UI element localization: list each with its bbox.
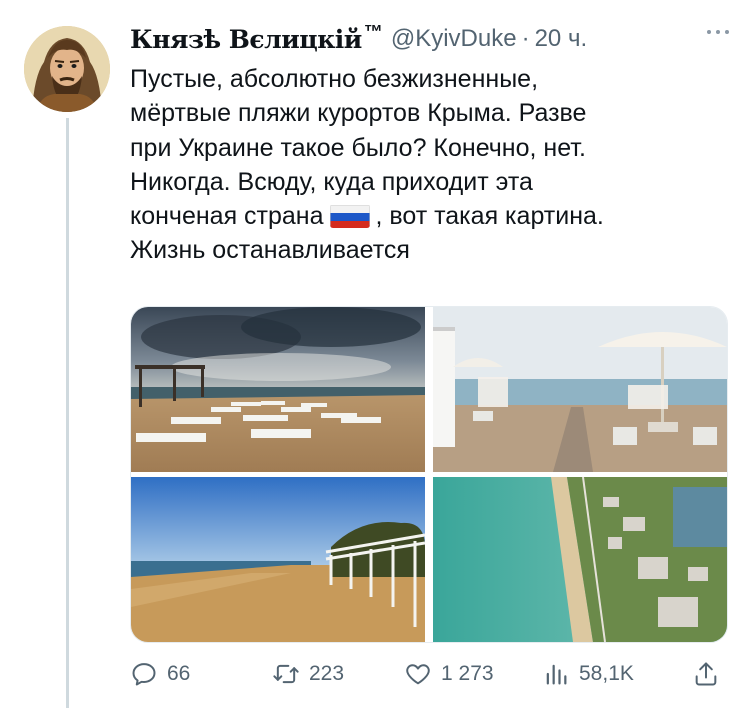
trademark-symbol: ™ xyxy=(363,22,383,43)
media-grid xyxy=(130,306,728,643)
tweet-header: Князѣ Вєлицкій ™ @KyivDuke · 20 ч. xyxy=(130,22,729,56)
media-photo-3[interactable] xyxy=(131,477,425,642)
like-count: 1 273 xyxy=(441,662,494,685)
tweet-actions: 66 223 1 273 58,1K xyxy=(130,656,730,692)
media-photo-2[interactable] xyxy=(433,307,727,472)
russia-flag-icon xyxy=(330,204,371,229)
separator-dot: · xyxy=(521,25,530,52)
media-photo-4[interactable] xyxy=(433,477,727,642)
retweet-button[interactable]: 223 xyxy=(272,660,344,688)
reply-icon xyxy=(132,663,156,686)
share-button[interactable] xyxy=(692,660,729,688)
retweet-count: 223 xyxy=(309,662,345,685)
analytics-icon xyxy=(546,664,567,685)
reply-button[interactable]: 66 xyxy=(130,660,190,688)
avatar[interactable] xyxy=(24,26,110,112)
tweet-timestamp[interactable]: 20 ч. xyxy=(535,25,588,53)
tweet-text: Пустые, абсолютно безжизненные, мёртвые … xyxy=(130,62,730,268)
author-name[interactable]: Князѣ Вєлицкій xyxy=(130,25,362,54)
share-icon xyxy=(695,662,717,686)
author-handle[interactable]: @KyivDuke xyxy=(391,25,517,53)
thread-line xyxy=(66,118,69,708)
reply-count: 66 xyxy=(167,662,191,685)
media-photo-1[interactable] xyxy=(131,307,425,472)
more-options-icon[interactable] xyxy=(707,30,729,34)
retweet-icon xyxy=(273,664,299,684)
heart-icon xyxy=(406,664,430,685)
like-button[interactable]: 1 273 xyxy=(404,660,494,688)
views-count: 58,1K xyxy=(579,662,634,685)
views-button[interactable]: 58,1K xyxy=(542,660,634,688)
